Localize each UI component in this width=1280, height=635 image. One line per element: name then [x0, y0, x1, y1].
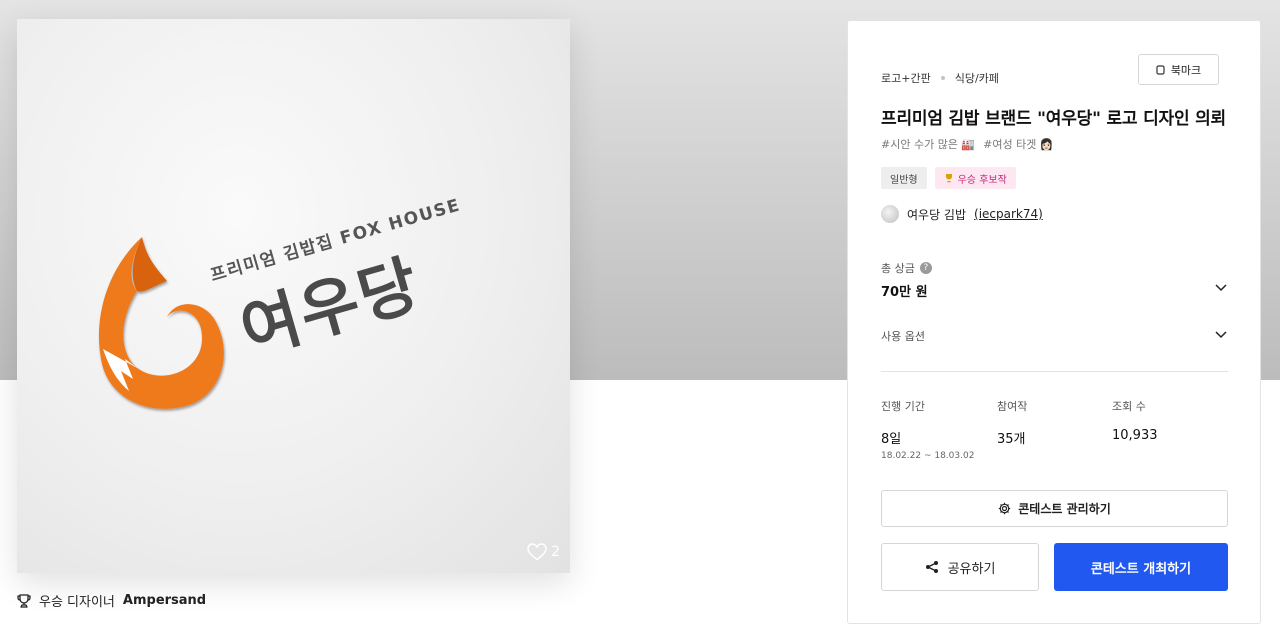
fox-mark: [98, 237, 224, 409]
contest-title: 프리미엄 김밥 브랜드 "여우당" 로고 디자인 의뢰: [881, 109, 1226, 129]
chevron-down-icon[interactable]: [1214, 280, 1228, 294]
fox-house-logo-artwork: [98, 237, 224, 409]
contest-tags: #시안 수가 많은 🏭 #여성 타겟 👩🏻: [881, 136, 1054, 152]
contest-owner[interactable]: 여우당 김밥 (iecpark74): [881, 205, 1043, 223]
stat-views-label: 조회 수: [1112, 400, 1146, 413]
breadcrumb-subcategory[interactable]: 식당/카페: [955, 70, 999, 86]
breadcrumb-category[interactable]: 로고+간판: [881, 70, 931, 86]
bookmark-button[interactable]: 북마크: [1138, 54, 1219, 85]
avatar: [881, 205, 899, 223]
contest-info-card: 로고+간판 식당/카페 북마크 프리미엄 김밥 브랜드 "여우당" 로고 디자인…: [847, 20, 1261, 624]
trophy-icon: [945, 174, 952, 183]
breadcrumb: 로고+간판 식당/카페: [881, 70, 999, 86]
contest-stats: 진행 기간 8일 18.02.22 ~ 18.03.02 참여작 35개 조회 …: [881, 398, 1228, 461]
manage-contest-button[interactable]: 콘테스트 관리하기: [881, 490, 1228, 527]
stat-period-value: 8일: [881, 432, 902, 447]
stat-period: 진행 기간 8일 18.02.22 ~ 18.03.02: [881, 398, 974, 461]
trophy-icon: [17, 593, 31, 608]
chevron-down-icon[interactable]: [1214, 327, 1228, 341]
total-prize-label-text: 총 상금: [881, 262, 915, 275]
gear-icon: [999, 502, 1011, 515]
share-icon: [925, 561, 938, 573]
tag-item[interactable]: #여성 타겟 👩🏻: [983, 136, 1053, 152]
total-prize-label: 총 상금 ?: [881, 260, 932, 276]
share-label: 공유하기: [947, 561, 996, 577]
host-contest-button[interactable]: 콘테스트 개최하기: [1054, 543, 1228, 591]
stat-period-range: 18.02.22 ~ 18.03.02: [881, 451, 975, 461]
bookmark-icon: [1156, 64, 1165, 75]
stat-entries-label: 참여작: [997, 400, 1028, 413]
owner-name: 여우당 김밥: [907, 207, 967, 222]
stat-period-label: 진행 기간: [881, 400, 925, 413]
bookmark-label: 북마크: [1170, 63, 1202, 77]
stat-views: 조회 수 10,933: [1112, 398, 1158, 443]
stat-entries: 참여작 35개: [997, 398, 1027, 447]
tag-item[interactable]: #시안 수가 많은 🏭: [881, 136, 975, 152]
award-candidate-badge: 우승 후보작: [934, 167, 1016, 189]
winner-designer: 우승 디자이너 Ampersand: [17, 591, 206, 610]
heart-icon: [527, 543, 547, 561]
stat-views-value: 10,933: [1112, 428, 1158, 443]
share-button[interactable]: 공유하기: [881, 543, 1039, 591]
hero-like-counter[interactable]: 2: [527, 543, 560, 561]
breadcrumb-separator: [940, 76, 945, 80]
help-icon[interactable]: ?: [919, 262, 932, 274]
manage-contest-label: 콘테스트 관리하기: [1018, 502, 1111, 516]
award-badge-label: 우승 후보작: [957, 174, 1007, 186]
contest-type-badge: 일반형: [881, 167, 927, 189]
stat-entries-value: 35개: [997, 432, 1026, 447]
contest-badges: 일반형 우승 후보작: [881, 167, 1016, 189]
contest-hero-image[interactable]: 2 프리미엄 김밥집 FOX HOUSE 여우당: [17, 19, 570, 573]
winner-name[interactable]: Ampersand: [123, 593, 206, 608]
usage-option-label[interactable]: 사용 옵션: [881, 328, 925, 344]
total-prize-value: 70만 원: [881, 285, 928, 300]
like-count: 2: [551, 544, 560, 560]
divider: [881, 371, 1228, 372]
winner-label: 우승 디자이너: [39, 595, 115, 610]
owner-handle[interactable]: (iecpark74): [974, 207, 1043, 221]
